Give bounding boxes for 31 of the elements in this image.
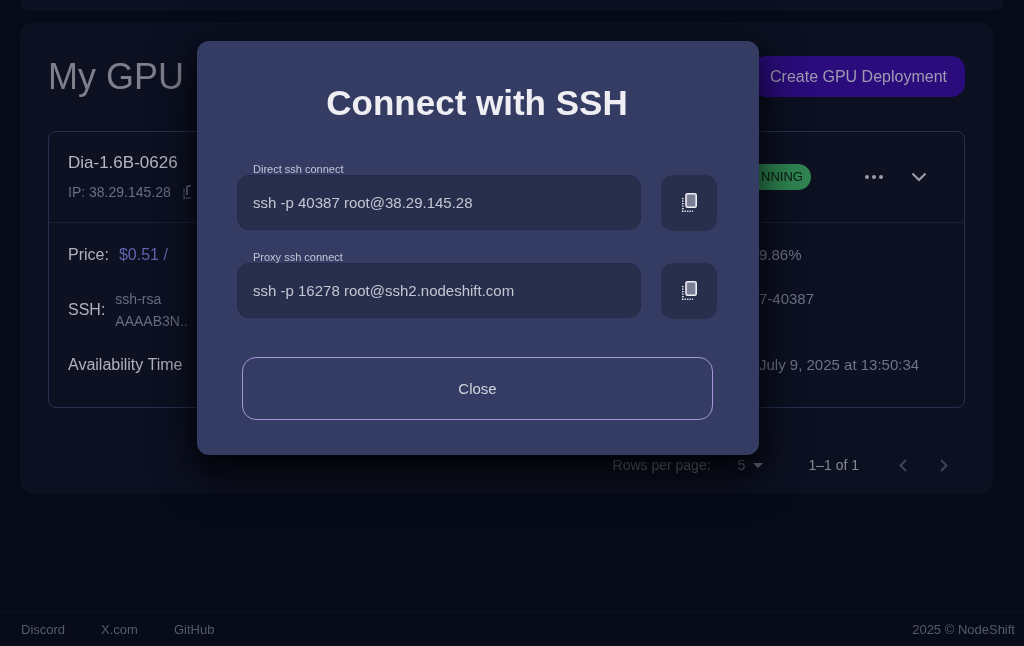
copy-button[interactable] — [661, 175, 717, 231]
page-title: My GPU — [48, 54, 184, 99]
price-value: $0.51 / — [118, 245, 168, 265]
detail-value: 9.86% — [759, 245, 803, 265]
input-field[interactable]: ssh -p 16278 root@ssh2.nodeshift.com — [237, 263, 641, 318]
field-label: Direct ssh connect — [252, 163, 345, 175]
footer-link[interactable]: GitHub — [173, 621, 215, 637]
footer-link[interactable]: X.com — [101, 621, 138, 637]
ssh-label: SSH: — [68, 300, 106, 320]
detail-value: 7-40387 — [759, 289, 816, 309]
field-label: Proxy ssh connect — [252, 251, 344, 263]
copyright-text: 2025 © NodeShift — [912, 621, 1015, 637]
input-field[interactable]: ssh -p 40387 root@38.29.145.28 — [237, 175, 641, 230]
deployment-name: Dia-1.6B-0626 — [68, 152, 179, 174]
price-label: Price: — [68, 245, 109, 265]
availability-label: Availability Time — [68, 355, 183, 375]
copy-icon — [681, 193, 697, 213]
close-button[interactable]: Close — [242, 357, 713, 420]
copy-icon — [681, 281, 697, 301]
footer-link[interactable]: Discord — [21, 621, 66, 637]
ssh-key-text: AAAAB3N.. — [115, 312, 188, 331]
dialog-title: Connect with SSH — [325, 82, 629, 124]
status-badge: NNING — [759, 164, 811, 190]
page-range: 1–1 of 1 — [808, 457, 859, 473]
chevron-down-icon[interactable] — [910, 172, 927, 182]
ip-address: IP: 38.29.145.28 — [68, 183, 171, 202]
ssh-key-text: ssh-rsa — [115, 290, 163, 309]
more-icon[interactable] — [864, 175, 883, 179]
copy-button[interactable] — [661, 263, 717, 319]
availability-value: July 9, 2025 at 13:50:34 — [759, 355, 921, 375]
caret-icon — [753, 462, 764, 468]
